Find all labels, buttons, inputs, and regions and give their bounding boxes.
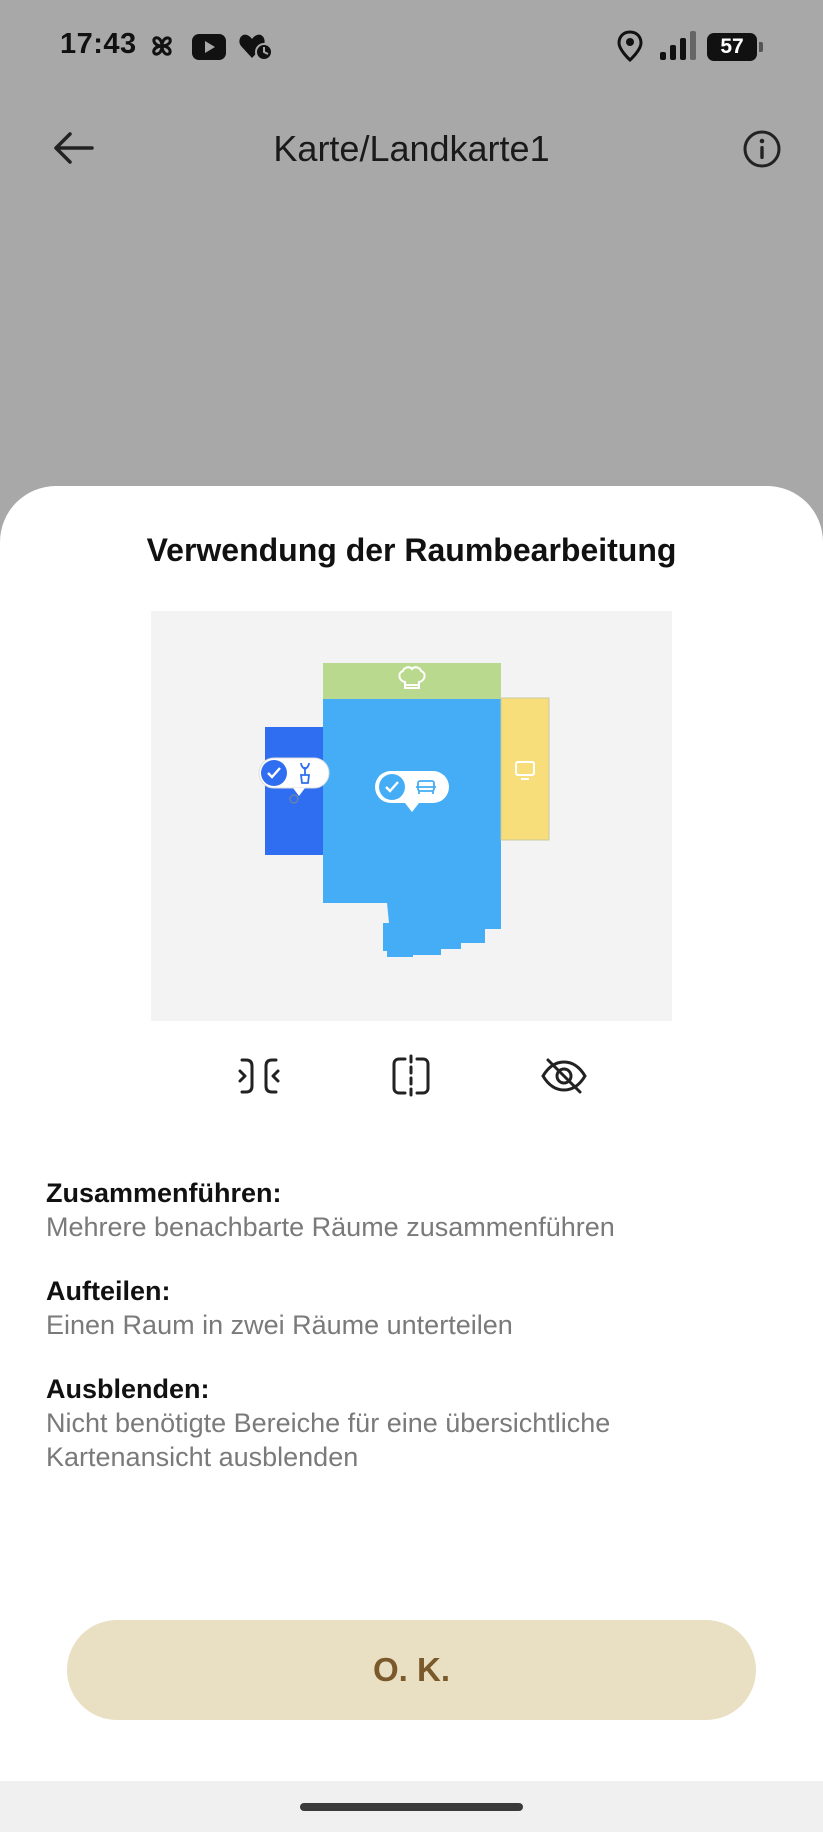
youtube-icon (192, 34, 226, 60)
page-title: Karte/Landkarte1 (273, 128, 550, 169)
status-time: 17:43 (60, 28, 137, 60)
tool-descriptions: Zusammenführen: Mehrere benachbarte Räum… (46, 1176, 786, 1504)
signal-icon (660, 31, 696, 60)
room-editing-sheet: Verwendung der Raumbearbeitung Zusammenf… (0, 486, 823, 1832)
system-nav-bar (0, 1781, 823, 1832)
split-desc: Einen Raum in zwei Räume unterteilen (46, 1310, 513, 1340)
merge-label: Zusammenführen: (46, 1178, 282, 1208)
merge-desc: Mehrere benachbarte Räume zusammenführen (46, 1212, 615, 1242)
room-side (265, 727, 323, 855)
merge-icon (238, 1058, 280, 1094)
battery-icon: 57 (707, 33, 763, 61)
merge-description: Zusammenführen: Mehrere benachbarte Räum… (46, 1176, 786, 1244)
hide-label: Ausblenden: (46, 1374, 210, 1404)
location-icon (617, 30, 643, 62)
split-icon (392, 1054, 430, 1098)
room-tv (500, 697, 550, 841)
sheet-title: Verwendung der Raumbearbeitung (146, 532, 677, 568)
info-icon[interactable] (742, 129, 782, 169)
pinwheel-icon (152, 36, 172, 56)
hide-icon (541, 1058, 587, 1094)
hide-desc-line-2: Kartenansicht ausblenden (46, 1442, 359, 1472)
tool-icons-row (0, 1052, 823, 1112)
ok-button[interactable]: O. K. (67, 1620, 756, 1720)
home-handle[interactable] (300, 1803, 523, 1811)
split-description: Aufteilen: Einen Raum in zwei Räume unte… (46, 1274, 786, 1342)
split-label: Aufteilen: (46, 1276, 171, 1306)
hide-description: Ausblenden: Nicht benötigte Bereiche für… (46, 1372, 786, 1474)
room-living-ragged (383, 903, 501, 957)
hide-desc-line-1: Nicht benötigte Bereiche für eine übersi… (46, 1408, 611, 1438)
battery-level: 57 (720, 35, 744, 58)
health-icon (239, 34, 273, 61)
status-bar: 17:43 57 (0, 0, 823, 95)
map-preview (151, 611, 672, 1021)
